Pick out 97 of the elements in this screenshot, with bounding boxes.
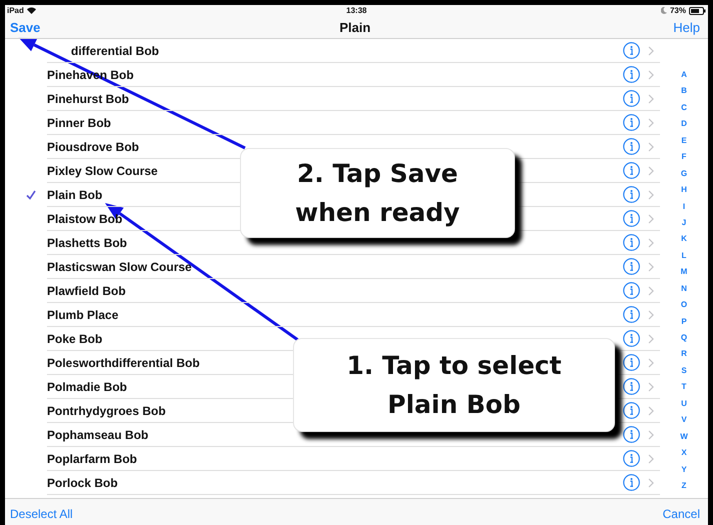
battery-icon <box>689 6 706 14</box>
method-name[interactable]: Plumb Place <box>47 308 118 322</box>
info-icon[interactable] <box>623 210 640 227</box>
method-name[interactable]: Pophamseau Bob <box>47 428 148 442</box>
info-icon[interactable] <box>623 402 640 419</box>
battery-percent: 73% <box>670 6 686 15</box>
method-name[interactable]: Pontrhydygroes Bob <box>47 404 166 418</box>
index-letter[interactable]: N <box>681 284 687 293</box>
index-letter[interactable]: L <box>682 250 686 260</box>
chevron-icon <box>648 334 654 344</box>
method-name[interactable]: Plaistow Bob <box>47 212 122 226</box>
chevron-icon <box>648 118 654 128</box>
info-icon[interactable] <box>623 474 640 491</box>
index-letter[interactable]: R <box>681 349 687 358</box>
info-icon[interactable] <box>623 90 640 107</box>
chevron-icon <box>648 430 654 440</box>
chevron-icon <box>648 190 654 200</box>
chevron-icon <box>648 406 654 416</box>
info-icon[interactable] <box>623 354 640 371</box>
info-icon[interactable] <box>623 258 640 275</box>
chevron-icon <box>648 310 654 320</box>
index-letter[interactable]: Q <box>680 333 688 342</box>
info-icon[interactable] <box>623 162 640 179</box>
info-icon[interactable] <box>623 114 640 131</box>
clock-time: 13:38 <box>346 6 367 15</box>
info-icon[interactable] <box>623 330 640 347</box>
method-name[interactable]: Piousdrove Bob <box>47 140 140 154</box>
index-letter[interactable]: U <box>681 398 687 408</box>
index-letter[interactable]: I <box>682 202 686 210</box>
index-letter[interactable]: G <box>680 168 688 178</box>
moon-icon <box>660 7 667 14</box>
index-letter[interactable]: S <box>681 366 687 375</box>
method-name[interactable]: Poplarfarm Bob <box>47 452 138 466</box>
method-name[interactable]: Pinner Bob <box>47 116 112 130</box>
index-letter[interactable]: E <box>681 136 687 145</box>
info-icon[interactable] <box>623 186 640 203</box>
method-name[interactable]: Polesworthdifferential Bob <box>47 356 200 370</box>
chevron-icon <box>648 382 654 392</box>
chevron-icon <box>648 142 654 152</box>
index-letter[interactable]: A <box>681 70 687 79</box>
chevron-icon <box>648 46 654 56</box>
method-name[interactable]: Plawfield Bob <box>47 284 126 298</box>
index-letter[interactable]: B <box>681 86 687 96</box>
help-button[interactable]: Help <box>673 20 700 34</box>
chevron-icon <box>648 70 654 80</box>
index-letter[interactable]: P <box>681 316 687 326</box>
callout-text: Plain Bob <box>388 389 520 421</box>
chevron-icon <box>648 214 654 224</box>
info-icon[interactable] <box>623 426 640 443</box>
info-icon[interactable] <box>623 282 640 299</box>
cancel-button[interactable]: Cancel <box>662 506 700 520</box>
index-letter[interactable]: D <box>681 119 687 128</box>
index-letter[interactable]: H <box>681 185 687 194</box>
method-name[interactable]: Porlock Bob <box>47 476 118 490</box>
callout-text: 2. Tap Save <box>296 158 458 190</box>
index-letter[interactable]: X <box>681 448 687 458</box>
chevron-icon <box>648 166 654 176</box>
wifi-icon <box>26 7 36 14</box>
info-icon[interactable] <box>623 450 640 467</box>
index-letter[interactable]: W <box>680 432 688 441</box>
method-name[interactable]: Plain Bob <box>47 188 102 202</box>
info-icon[interactable] <box>623 234 640 251</box>
chevron-icon <box>648 478 654 488</box>
screen-title: Plain <box>339 20 371 34</box>
method-name[interactable]: differential Bob <box>47 44 160 58</box>
index-letter[interactable]: O <box>680 300 688 310</box>
index-letter[interactable]: V <box>681 415 687 424</box>
index-letter[interactable]: F <box>682 152 686 162</box>
info-icon[interactable] <box>623 306 640 323</box>
method-name[interactable]: Poke Bob <box>47 332 102 346</box>
chevron-icon <box>648 454 654 464</box>
method-name[interactable]: Plashetts Bob <box>47 236 128 250</box>
info-icon[interactable] <box>623 66 640 83</box>
chevron-icon <box>648 358 654 368</box>
method-name[interactable]: Polmadie Bob <box>47 380 128 394</box>
save-button[interactable]: Save <box>10 20 40 34</box>
method-name[interactable]: Pinehurst Bob <box>47 92 130 106</box>
chevron-icon <box>648 286 654 296</box>
method-name[interactable]: Pixley Slow Course <box>47 164 158 178</box>
index-letter[interactable]: C <box>681 102 687 112</box>
index-letter[interactable]: Z <box>682 480 686 490</box>
device-name: iPad <box>7 6 24 15</box>
info-icon[interactable] <box>623 138 640 155</box>
info-icon[interactable] <box>623 378 640 395</box>
deselect-all-button[interactable]: Deselect All <box>10 506 73 520</box>
index-letter[interactable]: T <box>682 382 686 392</box>
chevron-icon <box>648 94 654 104</box>
chevron-icon <box>648 262 654 272</box>
info-icon[interactable] <box>623 42 640 59</box>
index-letter[interactable]: K <box>681 234 687 244</box>
index-letter[interactable]: Y <box>681 464 687 474</box>
index-letter[interactable]: M <box>680 267 688 276</box>
callout-text: when ready <box>295 197 460 229</box>
chevron-icon <box>648 238 654 248</box>
callout-text: 1. Tap to select <box>346 350 562 382</box>
index-letter[interactable]: J <box>682 218 686 227</box>
method-name[interactable]: Plasticswan Slow Course <box>47 260 192 274</box>
